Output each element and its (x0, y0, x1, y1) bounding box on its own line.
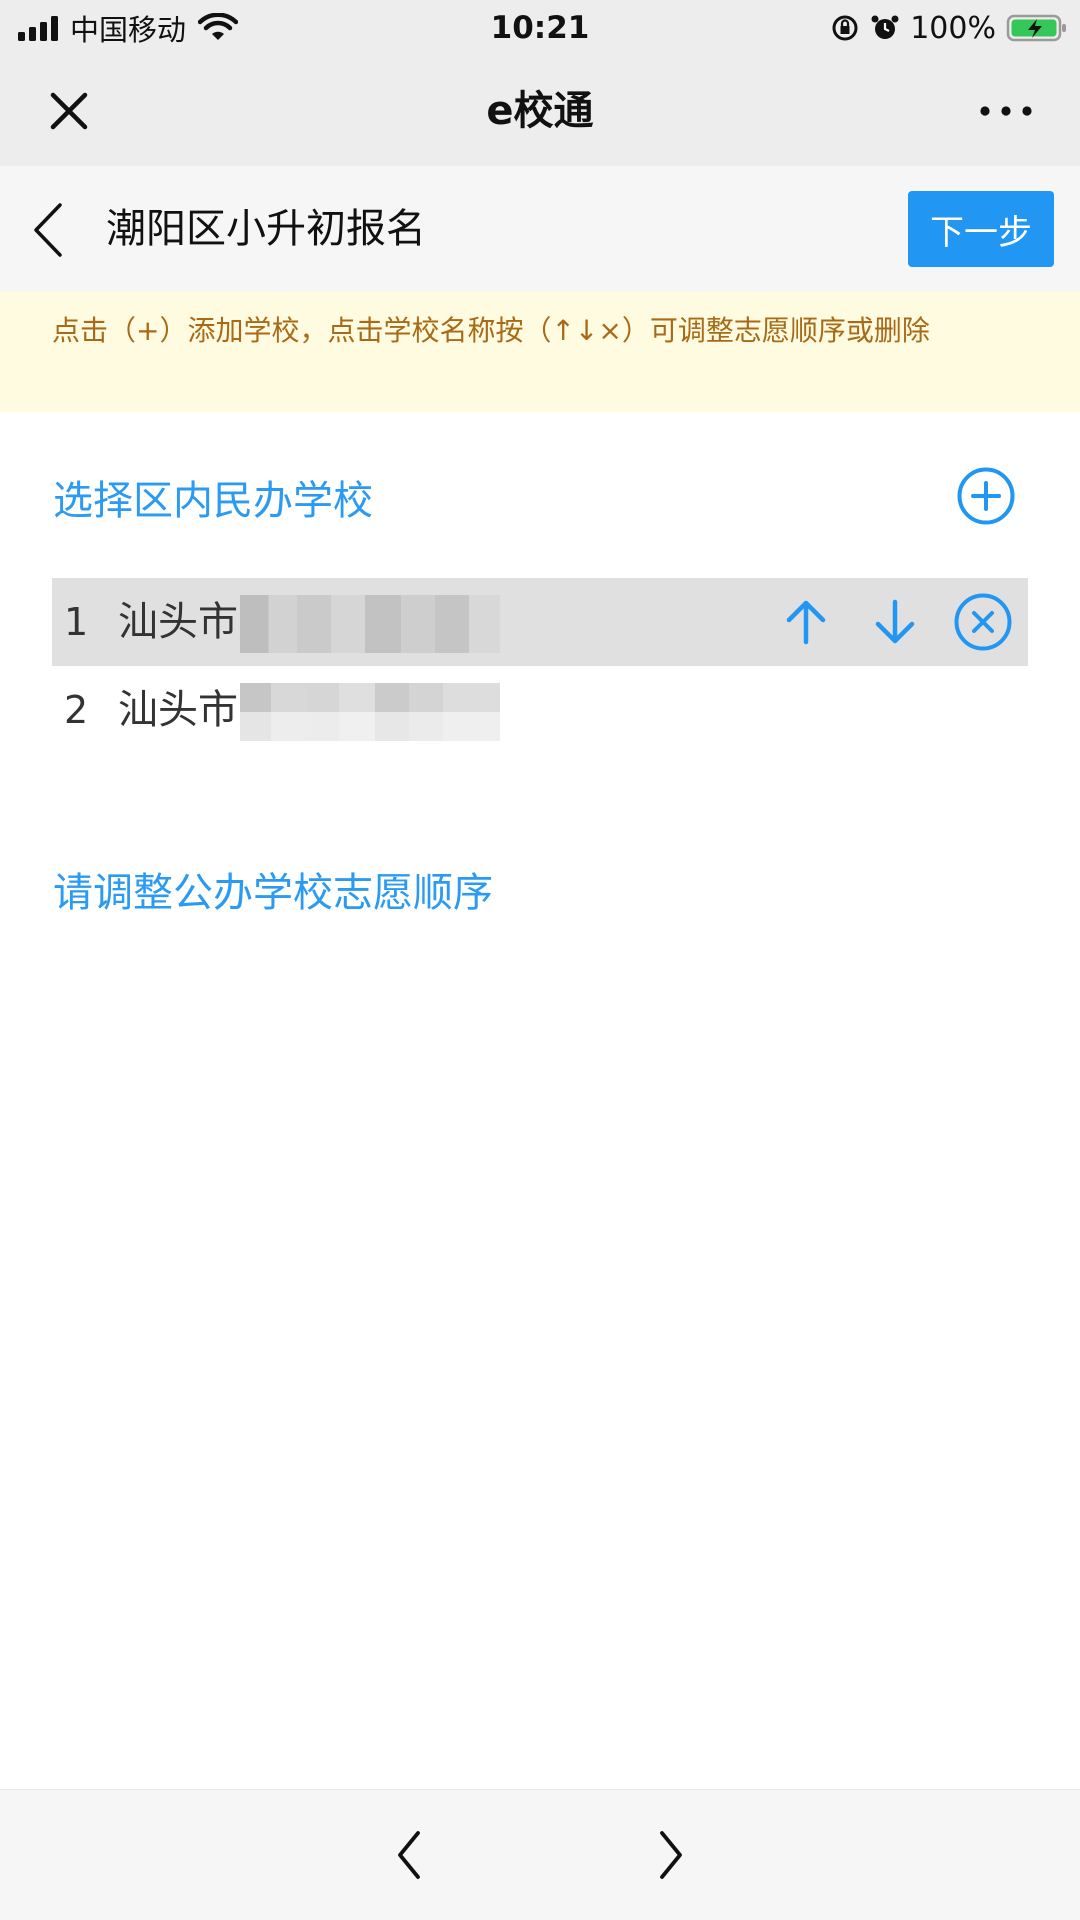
arrow-down-icon[interactable] (865, 592, 925, 652)
status-bar: 中国移动 10:21 100% (0, 0, 1080, 56)
arrow-up-icon[interactable] (776, 592, 836, 652)
chevron-right-icon[interactable] (651, 1826, 691, 1884)
page-header: 潮阳区小升初报名 下一步 (0, 166, 1080, 292)
app-title: e校通 (486, 88, 594, 134)
school-index: 1 (64, 600, 89, 644)
public-school-section-title: 请调整公办学校志愿顺序 (53, 870, 493, 916)
page-title: 潮阳区小升初报名 (106, 206, 426, 252)
bottom-nav-bar (0, 1789, 1080, 1920)
instruction-notice: 点击（+）添加学校，点击学校名称按（↑↓×）可调整志愿顺序或删除 (0, 292, 1080, 412)
status-right: 100% (830, 8, 1068, 48)
chevron-left-icon[interactable] (389, 1826, 429, 1884)
redacted-school-name (240, 683, 500, 741)
private-school-section-title: 选择区内民办学校 (53, 478, 373, 524)
add-school-icon[interactable] (956, 466, 1016, 526)
redacted-school-name (240, 595, 500, 653)
school-row-2[interactable]: 2 汕头市 (52, 666, 1028, 754)
next-step-button[interactable]: 下一步 (908, 191, 1054, 267)
alarm-icon (871, 15, 899, 39)
remove-school-icon[interactable] (953, 592, 1013, 652)
battery-percent: 100% (910, 10, 996, 46)
battery-charging-icon (1006, 14, 1066, 42)
more-icon[interactable] (976, 98, 1036, 124)
school-row-1[interactable]: 1 汕头市 (52, 578, 1028, 666)
school-name: 汕头市 (118, 599, 238, 645)
rotation-lock-icon (832, 15, 858, 41)
back-icon[interactable] (28, 199, 70, 261)
school-name: 汕头市 (118, 687, 238, 733)
school-index: 2 (64, 688, 89, 732)
wechat-title-bar: e校通 (0, 56, 1080, 166)
